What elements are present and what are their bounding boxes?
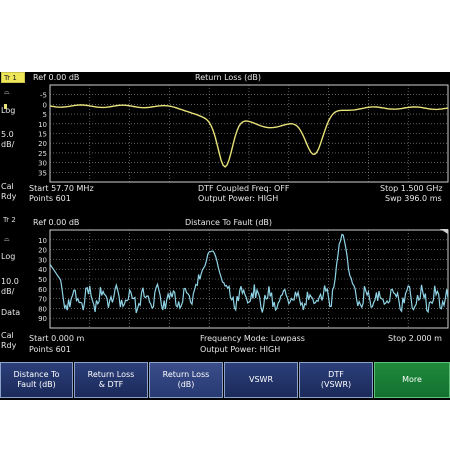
trace2-y-tick: 60 [38, 286, 47, 294]
trace2-y-tick: 90 [38, 315, 47, 323]
softkey-menu: Distance To Fault (dB) Return Loss & DTF… [0, 361, 450, 400]
trace2-output-power: Output Power: HIGH [200, 345, 281, 354]
trace2-y-tick: 30 [38, 256, 47, 264]
trace2-y-tick: 20 [38, 247, 47, 255]
softkey-vswr[interactable]: VSWR [224, 362, 298, 398]
softkey-return-loss-dtf[interactable]: Return Loss & DTF [74, 362, 148, 398]
trace2-y-tick: 40 [38, 266, 47, 274]
trace2-series-line [49, 233, 449, 314]
trace2-corner-marker [440, 229, 448, 234]
trace2-y-tick: 70 [38, 296, 47, 304]
softkey-more[interactable]: More [374, 362, 450, 398]
trace2-y-tick: 50 [38, 276, 47, 284]
softkey-dtf-vswr[interactable]: DTF (VSWR) [299, 362, 373, 398]
trace2-frequency-mode: Frequency Mode: Lowpass [200, 334, 305, 343]
trace2-points: Points 601 [29, 345, 71, 354]
softkey-distance-to-fault[interactable]: Distance To Fault (dB) [0, 362, 73, 398]
trace2-start: Start 0.000 m [29, 334, 85, 343]
trace2-plot[interactable]: 102030405060708090 [0, 72, 450, 362]
trace2-y-tick: 10 [38, 237, 47, 245]
softkey-return-loss[interactable]: Return Loss (dB) [149, 362, 223, 398]
trace2-y-tick: 80 [38, 305, 47, 313]
trace2-stop: Stop 2.000 m [388, 334, 442, 343]
analyzer-screen: Tr 1 Ref 0.00 dB Return Loss (dB) ⌓ Log … [0, 72, 450, 400]
